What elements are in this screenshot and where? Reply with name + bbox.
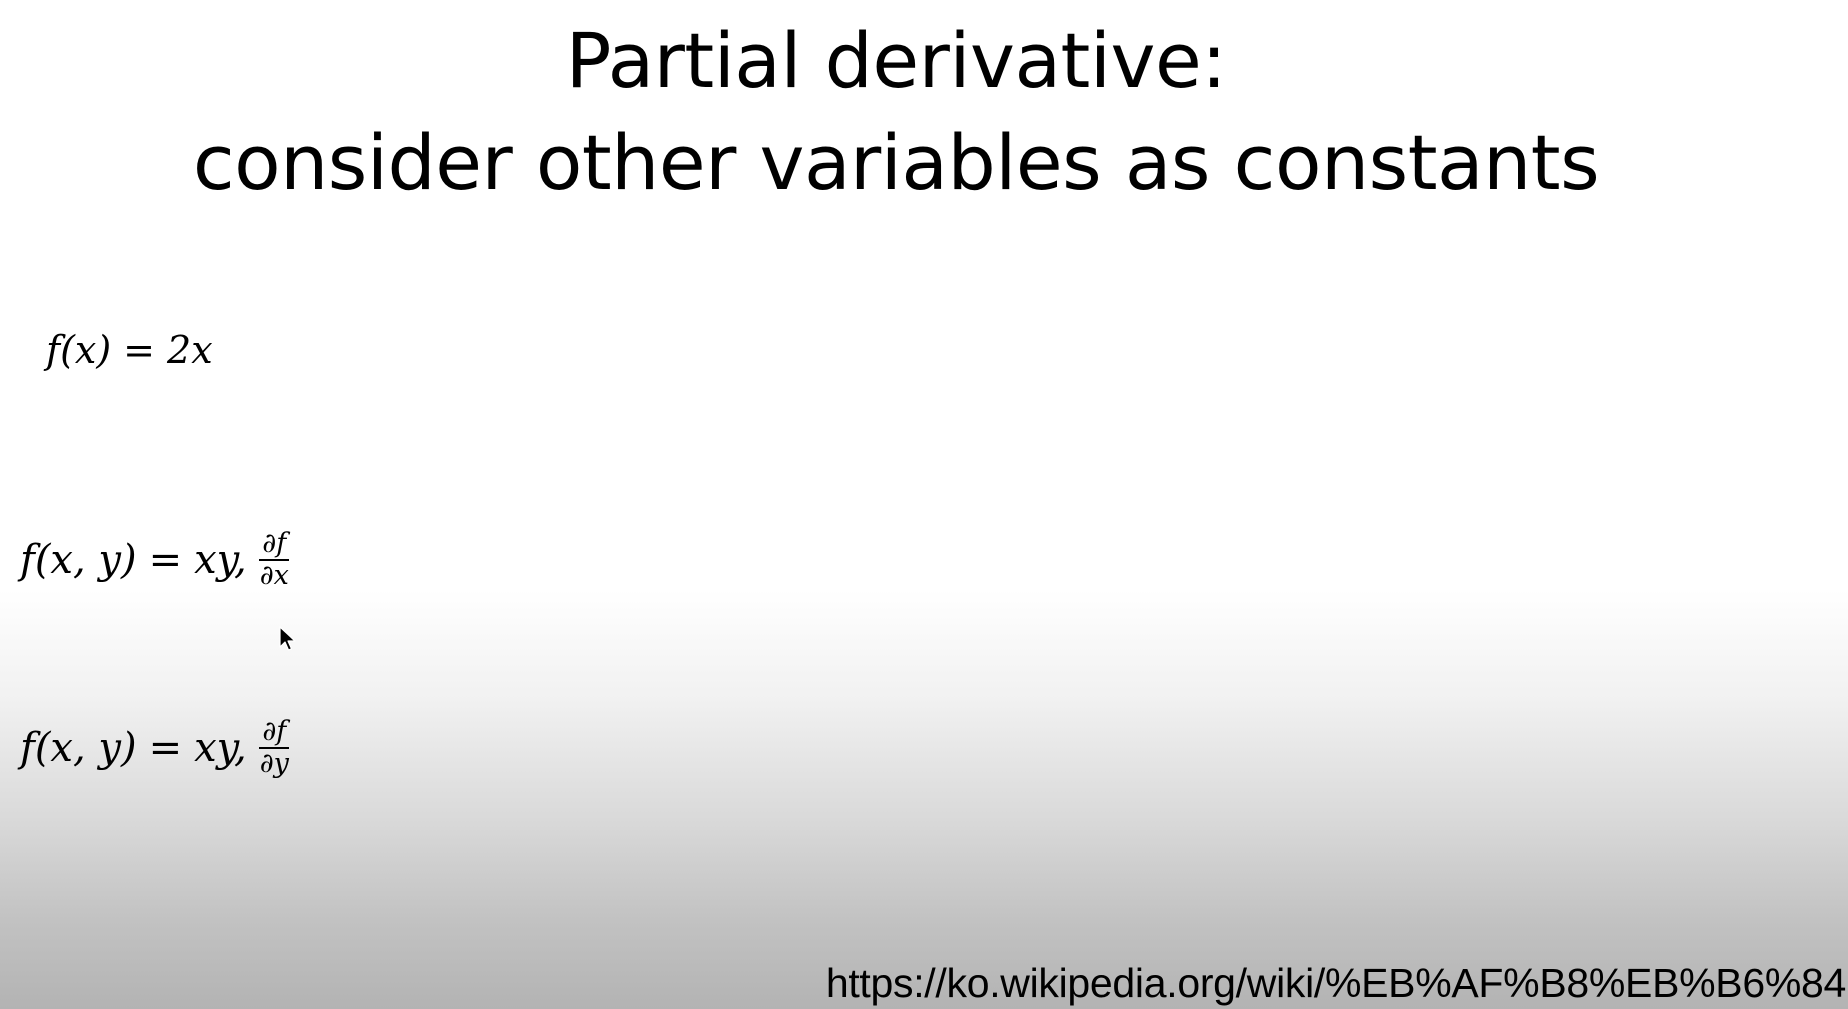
slide-title-line-2: consider other variables as constants	[192, 118, 1600, 207]
formula-partial-x: f (x, y) = xy, ∂f ∂x	[20, 530, 292, 590]
mouse-pointer-icon	[279, 626, 296, 651]
formula-function-name: f	[20, 537, 35, 583]
formula-equals: =	[148, 725, 183, 771]
fraction-denominator: ∂x	[259, 560, 289, 591]
slide-title-line-1: Partial derivative:	[565, 16, 1227, 105]
formula-arguments: (x)	[60, 328, 112, 372]
formula-arguments: (x, y)	[34, 537, 137, 583]
source-url: https://ko.wikipedia.org/wiki/%EB%AF%B8%…	[825, 960, 1846, 1006]
formula-rhs: xy,	[194, 537, 247, 583]
formula-rhs: xy,	[194, 725, 247, 771]
formula-single-variable: f (x) = 2x	[46, 328, 213, 372]
formula-rhs: 2x	[167, 328, 213, 372]
formula-equals: =	[123, 328, 156, 372]
slide-title: Partial derivative: consider other varia…	[0, 10, 1792, 214]
fraction-numerator: ∂f	[259, 718, 290, 749]
fraction-numerator: ∂f	[259, 530, 290, 561]
fraction-denominator: ∂y	[259, 748, 289, 779]
formula-equals: =	[148, 537, 183, 583]
partial-derivative-fraction: ∂f ∂x	[257, 530, 292, 590]
formula-arguments: (x, y)	[34, 725, 137, 771]
formula-function-name: f	[20, 725, 35, 771]
slide: Partial derivative: consider other varia…	[0, 0, 1848, 1009]
formula-function-name: f	[46, 328, 61, 372]
partial-derivative-fraction: ∂f ∂y	[257, 718, 292, 778]
formula-partial-y: f (x, y) = xy, ∂f ∂y	[20, 718, 292, 778]
